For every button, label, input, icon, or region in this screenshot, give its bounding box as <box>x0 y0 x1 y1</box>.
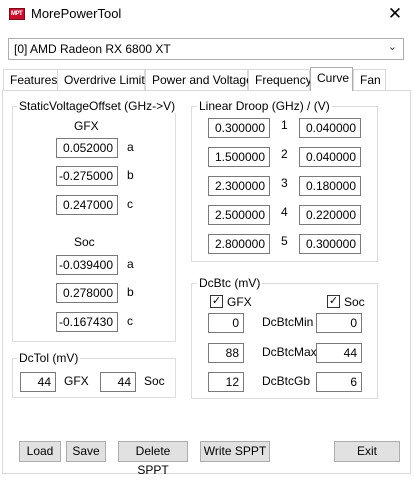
droop-ghz-4-input[interactable]: 2.500000 <box>208 205 270 225</box>
app-logo-text: MPT <box>11 11 23 17</box>
dctol-soc-input[interactable]: 44 <box>100 372 136 392</box>
coef-b-label: b <box>127 285 134 299</box>
gfx-checkbox-label: GFX <box>227 295 252 309</box>
dctol-gfx-label: GFX <box>64 374 89 388</box>
check-icon: ✓ <box>328 295 339 307</box>
dctol-soc-label: Soc <box>144 374 165 388</box>
gpu-select-value: [0] AMD Radeon RX 6800 XT <box>14 42 171 56</box>
tab-fan[interactable]: Fan <box>353 69 386 90</box>
dcbtc-max-gfx-input[interactable]: 88 <box>208 343 244 363</box>
soc-heading: Soc <box>74 235 95 249</box>
chevron-down-icon: ⌄ <box>387 41 397 53</box>
delete-sppt-button[interactable]: Delete SPPT <box>118 441 188 477</box>
tab-curve[interactable]: Curve <box>310 67 353 91</box>
close-icon: ✕ <box>387 4 403 23</box>
soc-coef-b-input[interactable]: 0.278000 <box>56 283 118 303</box>
load-button[interactable]: Load <box>19 441 61 462</box>
tab-features[interactable]: Features <box>3 69 58 90</box>
gfx-checkbox[interactable]: ✓ <box>210 295 223 308</box>
droop-index-1: 1 <box>281 118 288 132</box>
coef-a-label: a <box>127 140 134 154</box>
dcbtc-title: DcBtc (mV) <box>197 276 263 290</box>
dctol-gfx-input[interactable]: 44 <box>20 372 56 392</box>
static-voltage-offset-title: StaticVoltageOffset (GHz->V) <box>17 99 178 113</box>
droop-v-1-input[interactable]: 0.040000 <box>299 118 361 138</box>
coef-b-label: b <box>127 168 134 182</box>
tab-power-and-voltage[interactable]: Power and Voltage <box>145 69 253 90</box>
droop-index-4: 4 <box>281 205 288 219</box>
exit-button[interactable]: Exit <box>334 441 400 462</box>
gfx-coef-a-input[interactable]: 0.052000 <box>56 138 118 158</box>
droop-index-3: 3 <box>281 176 288 190</box>
linear-droop-title: Linear Droop (GHz) / (V) <box>197 99 332 113</box>
soc-checkbox-label: Soc <box>344 295 365 309</box>
title-bar: MPT MorePowerTool ✕ <box>0 0 414 30</box>
droop-v-4-input[interactable]: 0.220000 <box>299 205 361 225</box>
close-button[interactable]: ✕ <box>380 2 410 28</box>
app-logo-icon: MPT <box>9 8 25 20</box>
coef-c-label: c <box>127 197 133 211</box>
droop-ghz-3-input[interactable]: 2.300000 <box>208 176 270 196</box>
dcbtc-min-gfx-input[interactable]: 0 <box>208 313 244 333</box>
dcbtc-gb-gfx-input[interactable]: 12 <box>208 372 244 392</box>
gfx-heading: GFX <box>74 119 99 133</box>
dcbtc-max-label: DcBtcMax <box>262 345 317 359</box>
dcbtc-max-soc-input[interactable]: 44 <box>316 343 362 363</box>
coef-c-label: c <box>127 314 133 328</box>
droop-ghz-1-input[interactable]: 0.300000 <box>208 118 270 138</box>
droop-v-3-input[interactable]: 0.180000 <box>299 176 361 196</box>
gfx-coef-b-input[interactable]: -0.275000 <box>56 166 118 186</box>
save-button[interactable]: Save <box>66 441 106 462</box>
gfx-coef-c-input[interactable]: 0.247000 <box>56 195 118 215</box>
droop-ghz-5-input[interactable]: 2.800000 <box>208 234 270 254</box>
write-sppt-button[interactable]: Write SPPT <box>200 441 270 462</box>
coef-a-label: a <box>127 257 134 271</box>
droop-index-2: 2 <box>281 147 288 161</box>
tab-frequency[interactable]: Frequency <box>248 69 312 90</box>
check-icon: ✓ <box>211 295 222 307</box>
soc-coef-a-input[interactable]: -0.039400 <box>56 255 118 275</box>
droop-v-5-input[interactable]: 0.300000 <box>299 234 361 254</box>
droop-index-5: 5 <box>281 234 288 248</box>
dcbtc-gb-label: DcBtcGb <box>262 374 311 388</box>
dcbtc-min-soc-input[interactable]: 0 <box>316 313 362 333</box>
droop-v-2-input[interactable]: 0.040000 <box>299 147 361 167</box>
tab-overdrive-limits[interactable]: Overdrive Limits <box>57 69 151 90</box>
window-title: MorePowerTool <box>31 6 122 21</box>
dcbtc-gb-soc-input[interactable]: 6 <box>316 372 362 392</box>
droop-ghz-2-input[interactable]: 1.500000 <box>208 147 270 167</box>
dcbtc-min-label: DcBtcMin <box>262 315 314 329</box>
dctol-title: DcTol (mV) <box>17 351 81 365</box>
gpu-select[interactable]: [0] AMD Radeon RX 6800 XT ⌄ <box>8 38 404 60</box>
soc-checkbox[interactable]: ✓ <box>327 295 340 308</box>
soc-coef-c-input[interactable]: -0.167430 <box>56 312 118 332</box>
